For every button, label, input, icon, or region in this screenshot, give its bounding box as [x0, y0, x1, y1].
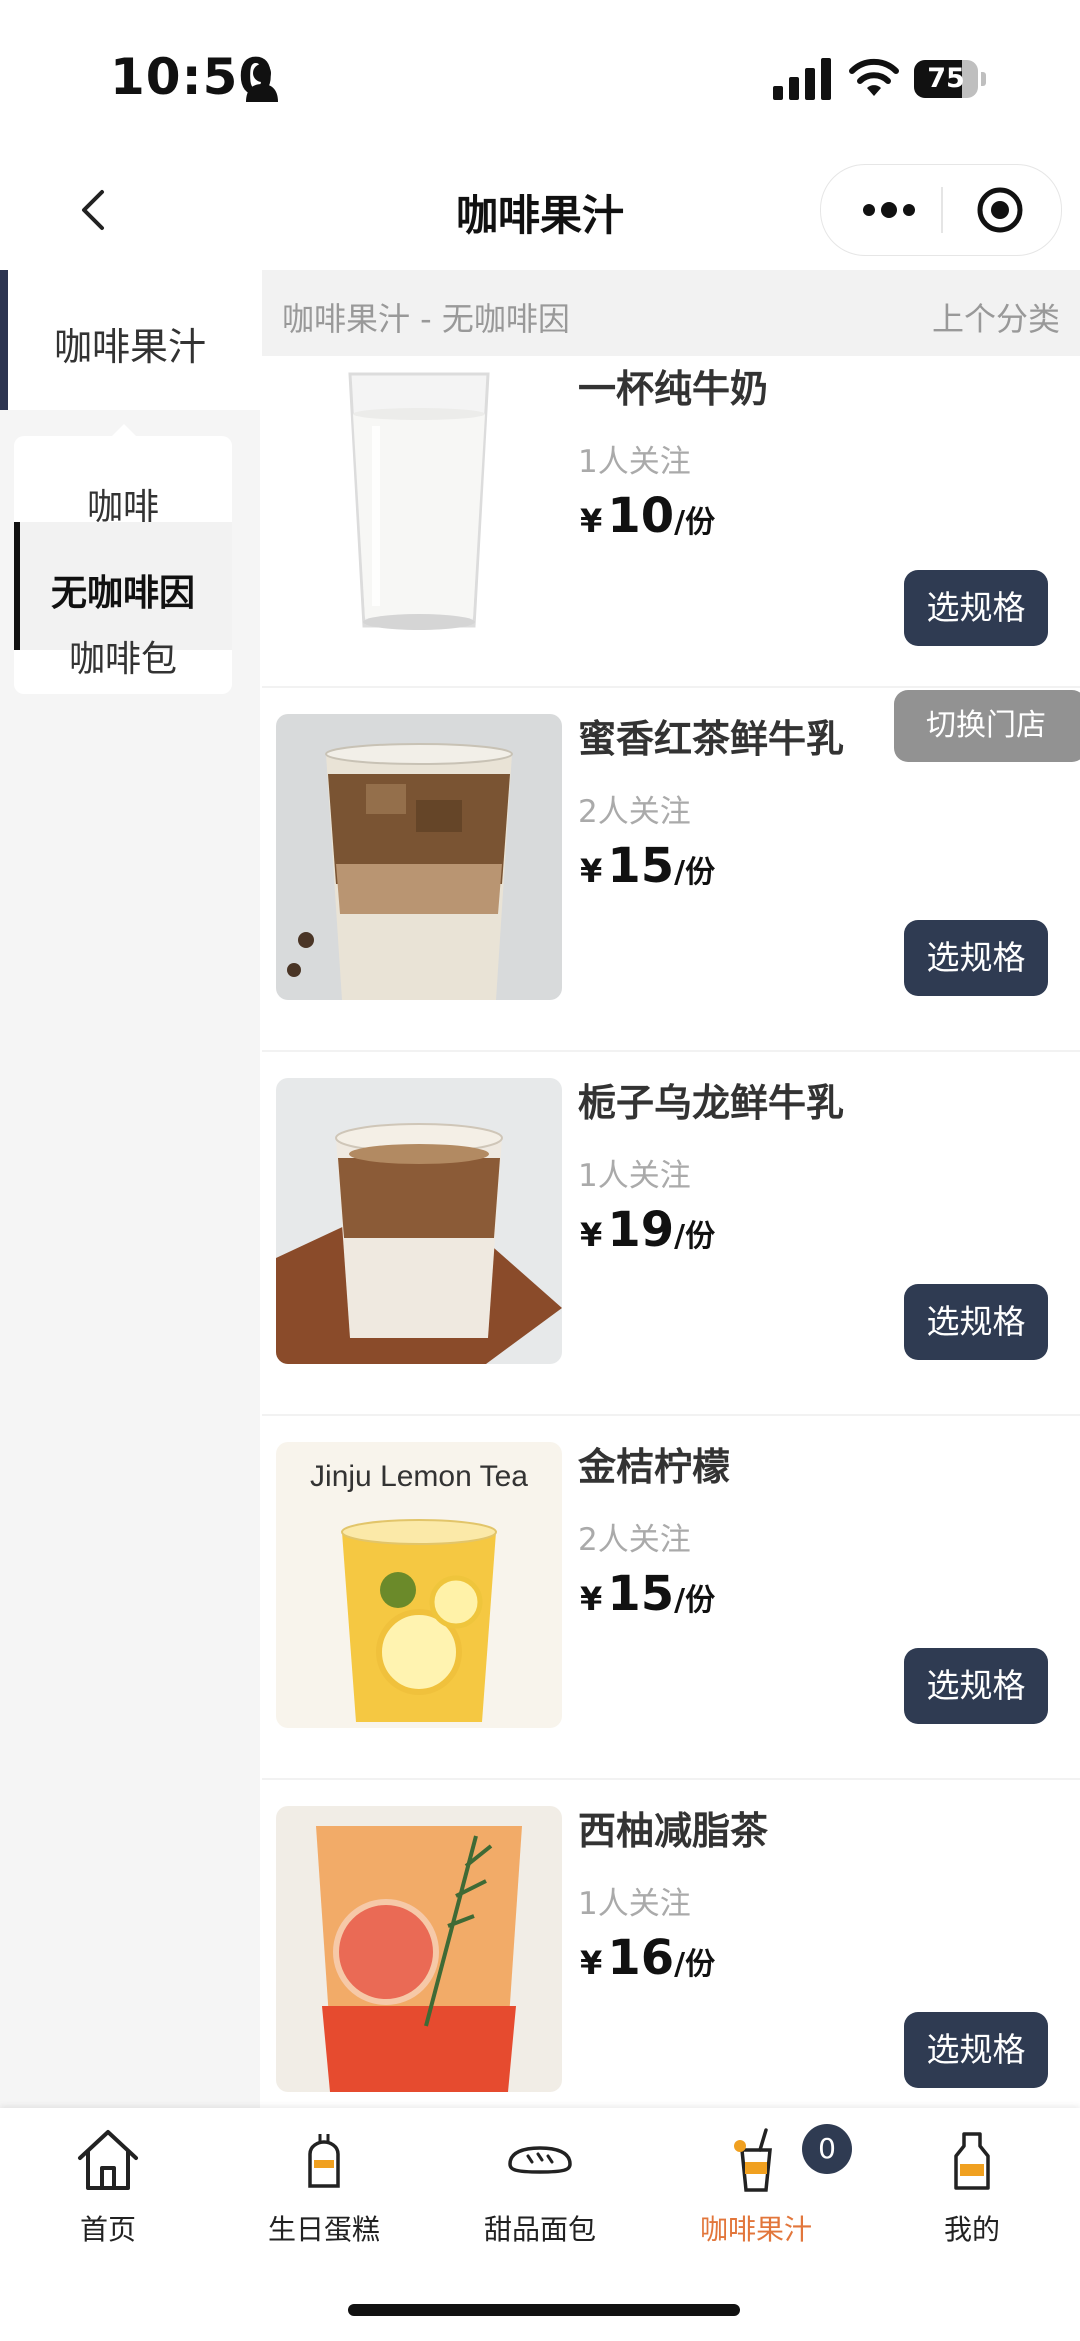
price-unit: /份 — [674, 1947, 716, 1982]
product-card[interactable]: 一杯纯牛奶 1人关注 ¥ 10/份 选规格 — [262, 356, 1080, 688]
product-card[interactable]: 西柚减脂茶 1人关注 ¥ 16/份 选规格 — [262, 1778, 1080, 2108]
more-icon[interactable] — [859, 193, 919, 227]
tab-label: 咖啡果汁 — [699, 2213, 812, 2246]
subcategory-label: 咖啡包 — [68, 639, 177, 680]
person-icon — [246, 64, 278, 102]
main-category-label: 咖啡果汁 — [53, 325, 206, 369]
product-name: 栀子乌龙鲜牛乳 — [578, 1081, 845, 1125]
product-followers: 2人关注 — [578, 1522, 691, 1558]
price-value: 15 — [607, 838, 675, 894]
sidebar-item-main-category[interactable]: 咖啡果汁 — [0, 270, 260, 410]
tab-home[interactable]: 首页 — [0, 2108, 216, 2258]
product-followers: 1人关注 — [578, 1158, 691, 1194]
cart-count-badge: 0 — [802, 2124, 852, 2174]
select-spec-button[interactable]: 选规格 — [904, 2012, 1048, 2088]
currency-symbol: ¥ — [580, 1580, 603, 1618]
battery-indicator: 75 — [914, 60, 986, 98]
price-value: 16 — [607, 1930, 675, 1986]
drink-icon — [734, 2128, 772, 2192]
nav-bar: 咖啡果汁 — [0, 150, 1080, 270]
product-price: ¥ 16/份 — [580, 1930, 715, 1986]
submenu-pointer — [112, 424, 136, 436]
tab-label: 我的 — [943, 2213, 1000, 2246]
tab-label: 甜品面包 — [483, 2213, 596, 2246]
product-name: 金桔柠檬 — [578, 1445, 731, 1489]
close-target-icon[interactable] — [975, 185, 1025, 235]
product-name: 西柚减脂茶 — [578, 1809, 769, 1853]
home-icon — [78, 2130, 138, 2190]
price-unit: /份 — [674, 505, 716, 540]
category-sidebar: 咖啡果汁 咖啡 无咖啡因 咖啡包 — [0, 270, 260, 2108]
subcategory-coffee-pack[interactable]: 咖啡包 — [14, 608, 232, 694]
product-price: ¥ 10/份 — [580, 488, 715, 544]
currency-symbol: ¥ — [580, 1944, 603, 1982]
select-spec-button[interactable]: 选规格 — [904, 1284, 1048, 1360]
tab-mine[interactable]: 我的 — [864, 2108, 1080, 2258]
tab-dessert-bread[interactable]: 甜品面包 — [432, 2108, 648, 2258]
select-spec-button[interactable]: 选规格 — [904, 920, 1048, 996]
capsule-divider — [941, 187, 943, 233]
product-followers: 1人关注 — [578, 1886, 691, 1922]
tab-label: 生日蛋糕 — [267, 2213, 380, 2246]
select-spec-button[interactable]: 选规格 — [904, 1648, 1048, 1724]
signal-icon — [773, 58, 831, 100]
subcategory-list: 咖啡 无咖啡因 咖啡包 — [14, 436, 232, 694]
cake-icon — [308, 2134, 340, 2188]
select-spec-button[interactable]: 选规格 — [904, 570, 1048, 646]
product-image[interactable] — [276, 1078, 562, 1364]
currency-symbol: ¥ — [580, 502, 603, 540]
product-followers: 2人关注 — [578, 794, 691, 830]
tab-label: 首页 — [79, 2213, 136, 2246]
status-bar: 10:50 75 — [0, 0, 1080, 150]
section-header: 咖啡果汁 - 无咖啡因 上个分类 — [262, 270, 1080, 356]
mini-program-capsule — [820, 164, 1062, 256]
product-card[interactable]: 栀子乌龙鲜牛乳 1人关注 ¥ 19/份 选规格 — [262, 1050, 1080, 1416]
product-image[interactable] — [276, 1806, 562, 2092]
prev-category-link[interactable]: 上个分类 — [932, 294, 1060, 340]
product-price: ¥ 15/份 — [580, 1566, 715, 1622]
switch-store-button[interactable]: 切换门店 — [894, 690, 1080, 762]
home-indicator — [348, 2304, 740, 2316]
price-value: 19 — [607, 1202, 675, 1258]
price-unit: /份 — [674, 855, 716, 890]
product-followers: 1人关注 — [578, 444, 691, 480]
battery-level: 75 — [927, 63, 965, 94]
milk-bottle-icon — [954, 2132, 990, 2190]
price-unit: /份 — [674, 1219, 716, 1254]
price-value: 15 — [607, 1566, 675, 1622]
product-name: 一杯纯牛奶 — [578, 367, 769, 411]
product-price: ¥ 19/份 — [580, 1202, 715, 1258]
product-price: ¥ 15/份 — [580, 838, 715, 894]
product-image-caption: Jinju Lemon Tea — [310, 1460, 528, 1493]
product-list: 咖啡果汁 - 无咖啡因 上个分类 一杯纯牛奶 1人关注 ¥ 10/份 选规格 蜜… — [262, 270, 1080, 2108]
wifi-icon — [849, 58, 899, 96]
product-image[interactable] — [276, 714, 562, 1000]
section-title: 咖啡果汁 - 无咖啡因 — [282, 300, 570, 338]
tab-birthday-cake[interactable]: 生日蛋糕 — [216, 2108, 432, 2258]
price-unit: /份 — [674, 1583, 716, 1618]
bread-icon — [508, 2146, 572, 2174]
price-value: 10 — [607, 488, 675, 544]
currency-symbol: ¥ — [580, 852, 603, 890]
product-image[interactable]: Jinju Lemon Tea — [276, 1442, 562, 1728]
product-image[interactable] — [276, 356, 562, 646]
currency-symbol: ¥ — [580, 1216, 603, 1254]
product-name: 蜜香红茶鲜牛乳 — [578, 717, 845, 761]
product-card[interactable]: Jinju Lemon Tea 金桔柠檬 2人关注 ¥ 15/份 选规格 — [262, 1414, 1080, 1780]
